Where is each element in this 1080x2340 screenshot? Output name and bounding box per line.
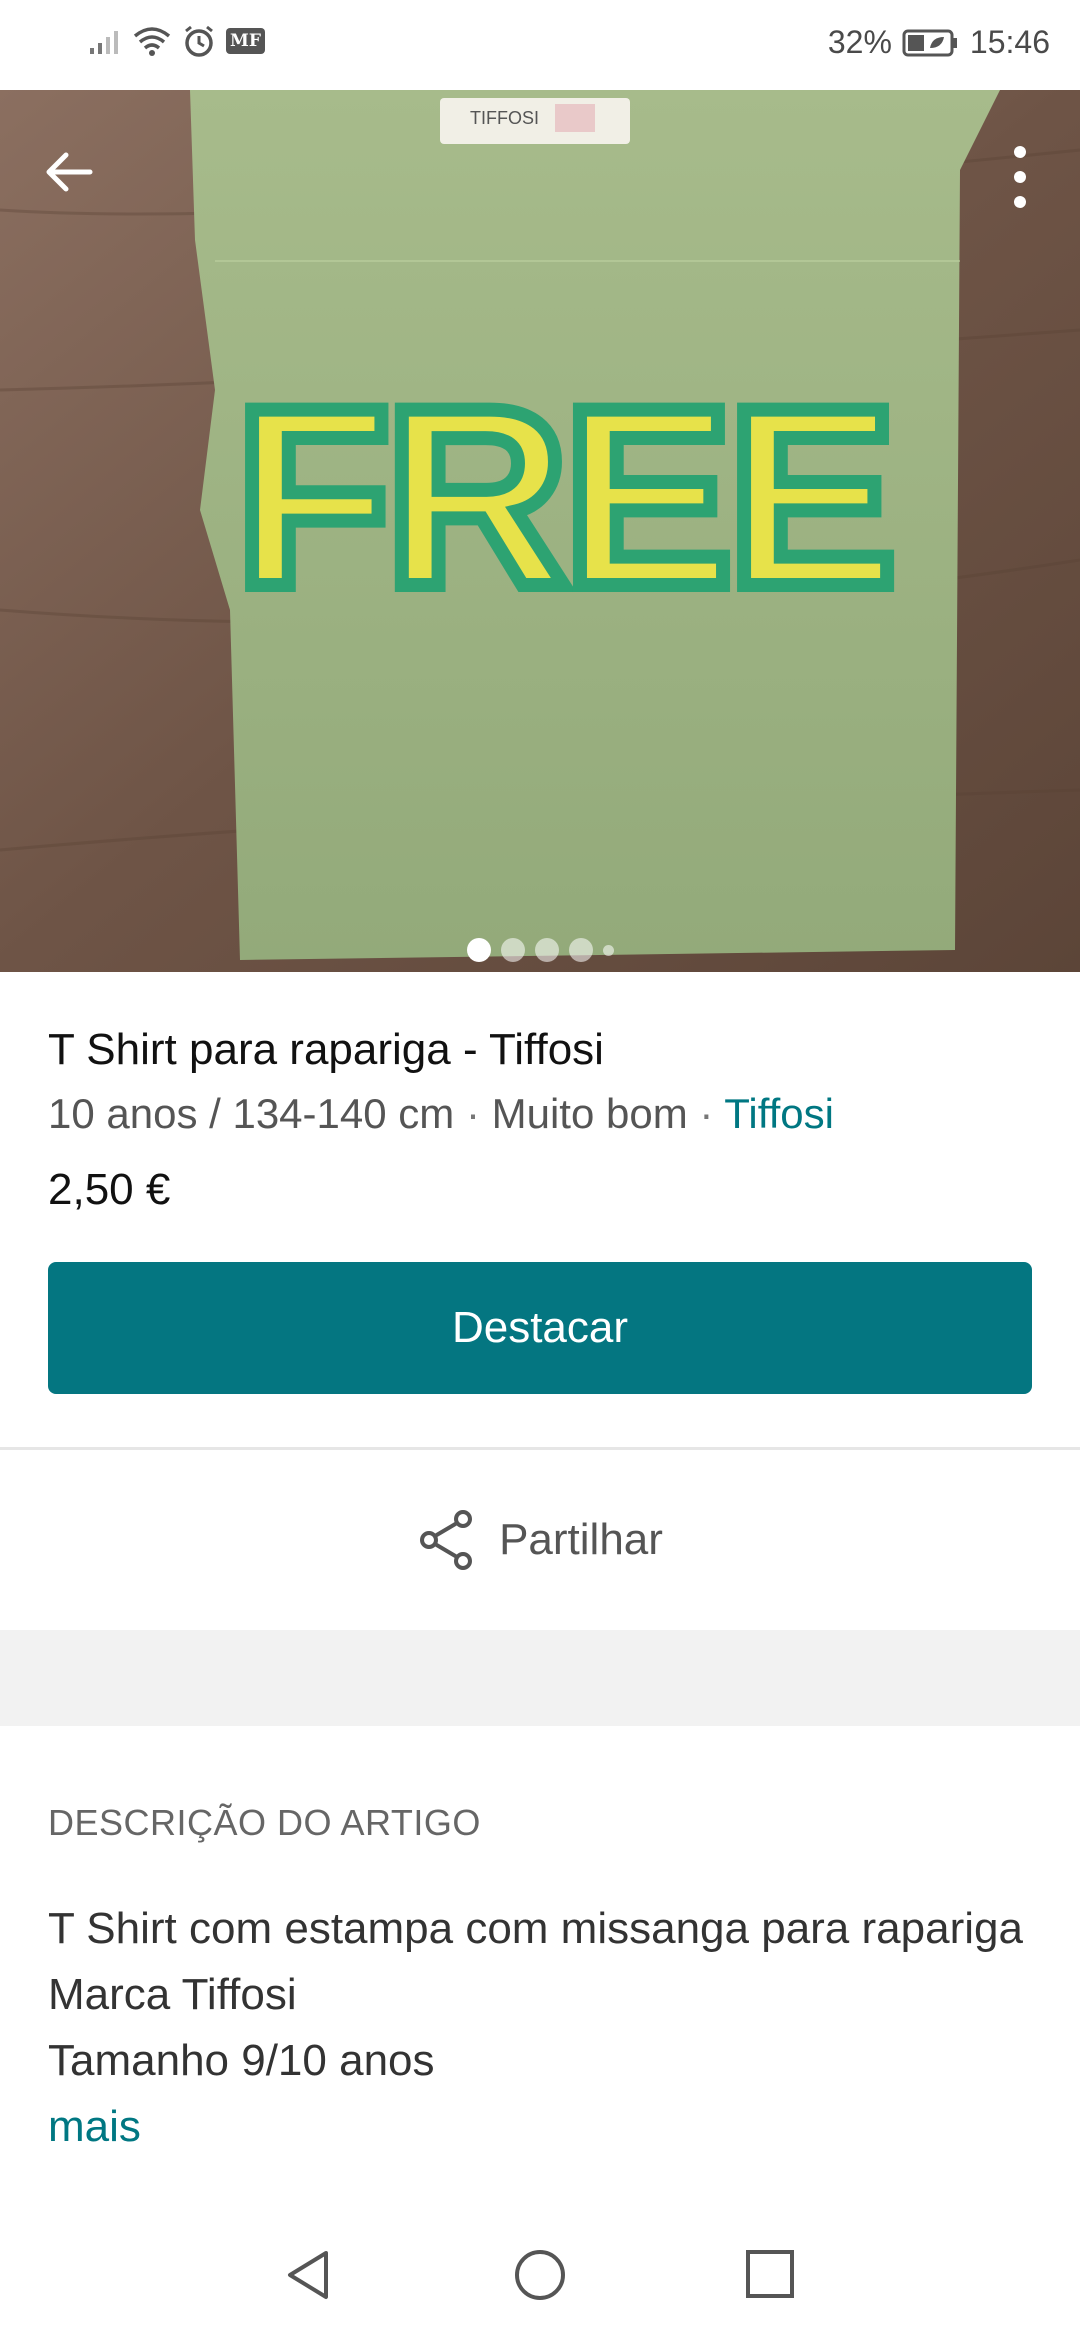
description-line: Tamanho 9/10 anos	[48, 2036, 435, 2085]
wifi-icon	[132, 25, 172, 57]
content-fade	[0, 2192, 1080, 2210]
description-line: Marca Tiffosi	[48, 1970, 297, 2019]
pagination-dot[interactable]	[568, 938, 593, 962]
nav-recents-button[interactable]	[744, 2248, 796, 2305]
system-navigation-bar	[0, 2210, 1080, 2340]
item-size: 10 anos / 134-140 cm	[48, 1090, 455, 1137]
circle-home-icon	[515, 2250, 565, 2300]
nav-home-button[interactable]	[513, 2248, 567, 2307]
show-more-link[interactable]: mais	[48, 2094, 1032, 2160]
clock: 15:46	[969, 24, 1050, 60]
carrier-badge: MF	[226, 28, 265, 54]
back-button[interactable]	[40, 142, 100, 202]
item-title: T Shirt para rapariga - Tiffosi	[48, 1025, 604, 1074]
item-condition: Muito bom	[491, 1090, 688, 1137]
share-icon	[420, 1510, 473, 1570]
pagination-dot[interactable]	[534, 938, 559, 962]
more-options-button[interactable]	[1000, 142, 1040, 212]
tag-text: TIFFOSI	[470, 108, 539, 128]
signal-icon	[88, 26, 122, 56]
triangle-back-icon	[288, 2251, 328, 2299]
status-bar: MF 32% 15:46	[0, 0, 1080, 90]
alarm-icon	[182, 24, 216, 58]
battery-icon	[902, 28, 960, 58]
product-image-gallery[interactable]: TIFFOSI FREE	[0, 90, 1080, 972]
pagination-dot[interactable]	[466, 938, 491, 962]
square-recents-icon	[746, 2250, 794, 2298]
shirt-print-text: FREE	[235, 355, 891, 640]
share-label: Partilhar	[499, 1515, 663, 1564]
separator: ·	[465, 1090, 480, 1137]
nav-back-button[interactable]	[282, 2248, 334, 2307]
item-price: 2,50 €	[48, 1165, 171, 1214]
section-separator	[0, 1630, 1080, 1726]
pagination-dot[interactable]	[500, 938, 525, 962]
gallery-pagination	[0, 938, 1080, 962]
item-info: T Shirt para rapariga - Tiffosi 10 anos …	[0, 972, 1080, 1394]
battery-percent: 32%	[827, 24, 892, 60]
brand-link[interactable]: Tiffosi	[724, 1090, 834, 1137]
description-heading: DESCRIÇÃO DO ARTIGO	[48, 1802, 481, 1843]
share-button[interactable]: Partilhar	[0, 1450, 1080, 1630]
arrow-left-icon	[46, 152, 93, 192]
promote-button[interactable]: Destacar	[48, 1262, 1032, 1394]
description-text: T Shirt com estampa com missanga para ra…	[48, 1896, 1032, 2160]
item-details: 10 anos / 134-140 cm · Muito bom · Tiffo…	[48, 1086, 1032, 1142]
item-description: DESCRIÇÃO DO ARTIGO T Shirt com estampa …	[0, 1726, 1080, 2210]
separator: ·	[699, 1090, 714, 1137]
promote-button-label: Destacar	[451, 1303, 629, 1352]
description-line: T Shirt com estampa com missanga para ra…	[48, 1904, 1023, 1953]
more-vertical-icon	[1014, 146, 1026, 208]
product-photo: TIFFOSI FREE	[0, 90, 1080, 972]
pagination-dot[interactable]	[602, 944, 614, 956]
